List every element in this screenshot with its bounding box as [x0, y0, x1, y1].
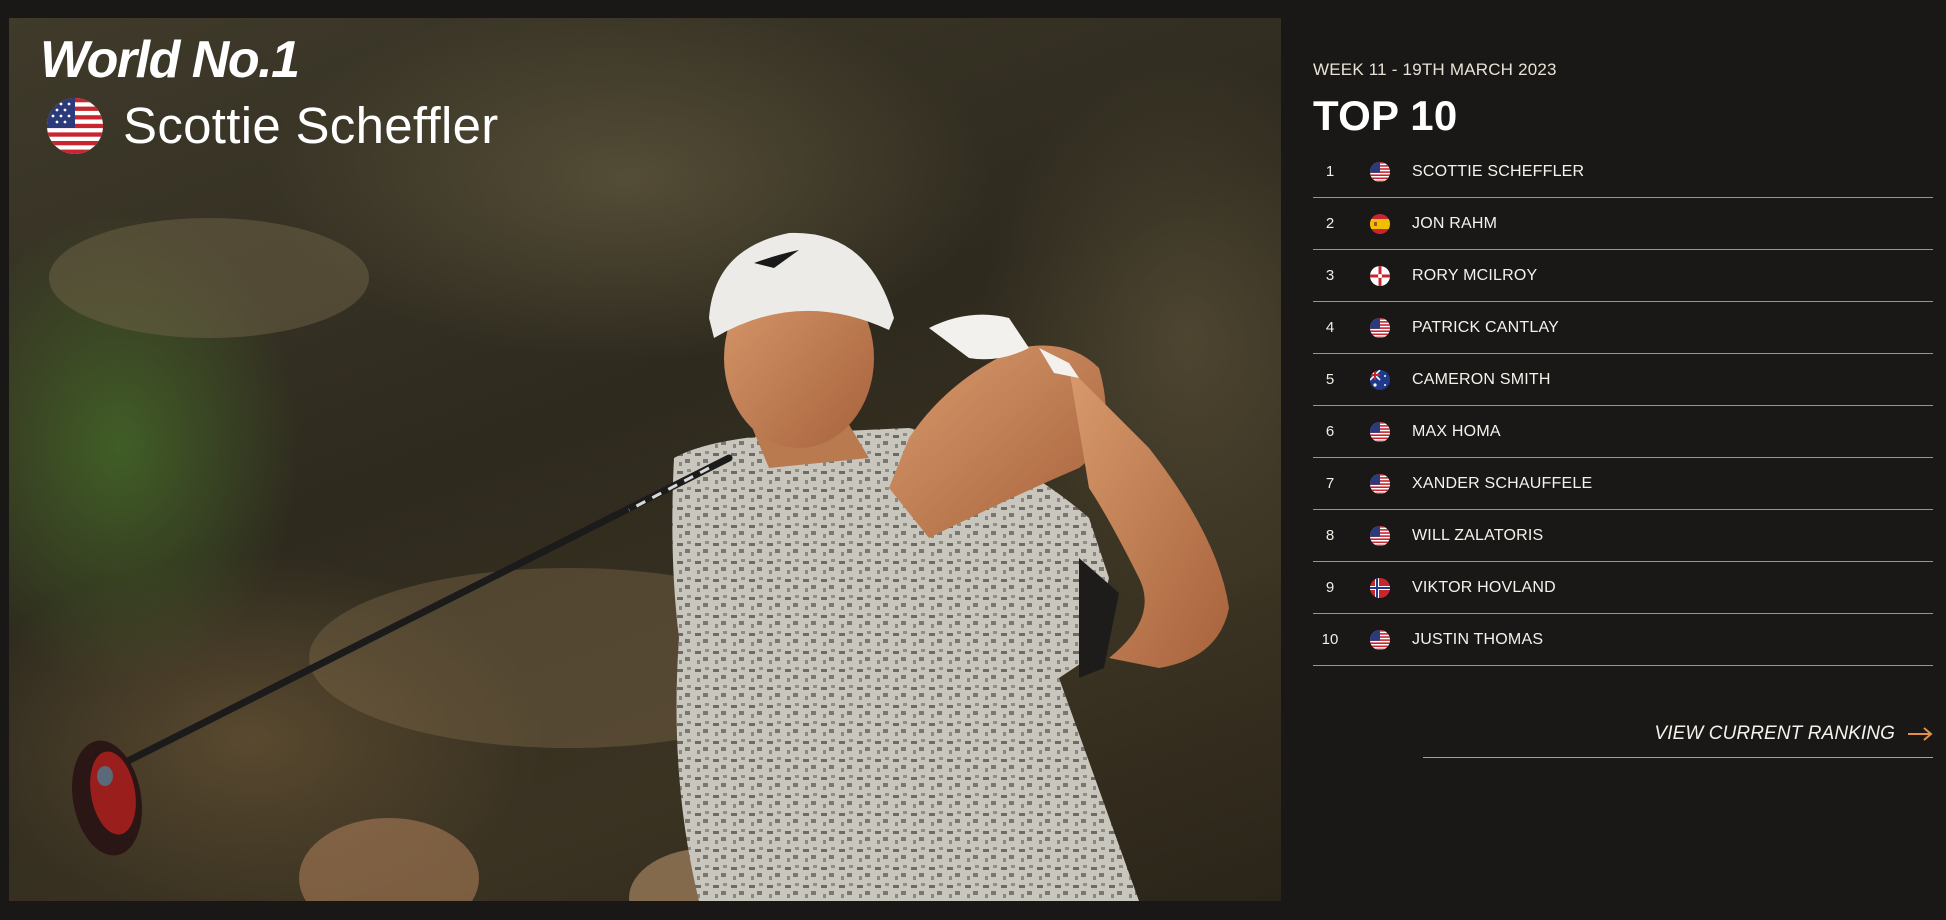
usa-flag-icon — [1370, 317, 1390, 338]
arrow-right-icon — [1908, 727, 1933, 741]
hero-title: World No.1 — [40, 31, 300, 89]
northern-ireland-flag-icon — [1370, 265, 1390, 286]
view-current-ranking-label: VIEW CURRENT RANKING — [1654, 723, 1895, 744]
player-name[interactable]: MAX HOMA — [1412, 423, 1501, 441]
ranking-row[interactable]: 5 CAMERON SMITH — [1313, 354, 1933, 406]
hero-photo: World No.1 Scottie Scheffler — [9, 18, 1281, 901]
hero-player-name: Scottie Scheffler — [123, 97, 499, 154]
player-name[interactable]: SCOTTIE SCHEFFLER — [1412, 163, 1584, 181]
ranking-row[interactable]: 6 MAX HOMA — [1313, 406, 1933, 458]
rank-number: 7 — [1325, 475, 1335, 492]
ranking-row[interactable]: 7 XANDER SCHAUFFELE — [1313, 458, 1933, 510]
player-name[interactable]: JUSTIN THOMAS — [1412, 631, 1543, 649]
rank-number: 9 — [1325, 579, 1335, 596]
usa-flag-icon — [47, 97, 103, 154]
rank-number: 6 — [1325, 423, 1335, 440]
usa-flag-icon — [1370, 421, 1390, 442]
ranking-row[interactable]: 10 JUSTIN THOMAS — [1313, 614, 1933, 666]
player-name[interactable]: WILL ZALATORIS — [1412, 527, 1543, 545]
ranking-row[interactable]: 4 PATRICK CANTLAY — [1313, 302, 1933, 354]
rank-number: 10 — [1321, 631, 1339, 648]
usa-flag-icon — [1370, 629, 1390, 650]
rank-number: 1 — [1325, 163, 1335, 180]
rank-number: 2 — [1325, 215, 1335, 232]
usa-flag-icon — [1370, 161, 1390, 182]
usa-flag-icon — [1370, 473, 1390, 494]
ranking-row[interactable]: 1 SCOTTIE SCHEFFLER — [1313, 146, 1933, 198]
player-name[interactable]: VIKTOR HOVLAND — [1412, 579, 1556, 597]
usa-flag-icon — [1370, 525, 1390, 546]
ranking-title: TOP 10 — [1313, 92, 1458, 139]
ranking-row[interactable]: 2 JON RAHM — [1313, 198, 1933, 250]
ranking-row[interactable]: 3 RORY MCILROY — [1313, 250, 1933, 302]
player-name[interactable]: RORY MCILROY — [1412, 267, 1537, 285]
player-name[interactable]: CAMERON SMITH — [1412, 371, 1551, 389]
rank-number: 3 — [1325, 267, 1335, 284]
australia-flag-icon — [1370, 369, 1390, 390]
player-name[interactable]: XANDER SCHAUFFELE — [1412, 475, 1592, 493]
rank-number: 8 — [1325, 527, 1335, 544]
ranking-panel: WEEK 11 - 19TH MARCH 2023 TOP 10 1 SCOTTI… — [1313, 60, 1933, 758]
rank-number: 4 — [1325, 319, 1335, 336]
ranking-row[interactable]: 9 VIKTOR HOVLAND — [1313, 562, 1933, 614]
view-current-ranking-link[interactable]: VIEW CURRENT RANKING — [1423, 723, 1933, 758]
player-name[interactable]: JON RAHM — [1412, 215, 1497, 233]
player-name[interactable]: PATRICK CANTLAY — [1412, 319, 1559, 337]
week-label: WEEK 11 - 19TH MARCH 2023 — [1313, 60, 1557, 79]
norway-flag-icon — [1370, 577, 1390, 598]
spain-flag-icon — [1370, 213, 1390, 234]
hero-player: Scottie Scheffler — [47, 96, 499, 155]
rank-number: 5 — [1325, 371, 1335, 388]
ranking-list: 1 SCOTTIE SCHEFFLER 2 JON RAHM 3 RORY MCILROY… — [1313, 146, 1933, 666]
ranking-row[interactable]: 8 WILL ZALATORIS — [1313, 510, 1933, 562]
